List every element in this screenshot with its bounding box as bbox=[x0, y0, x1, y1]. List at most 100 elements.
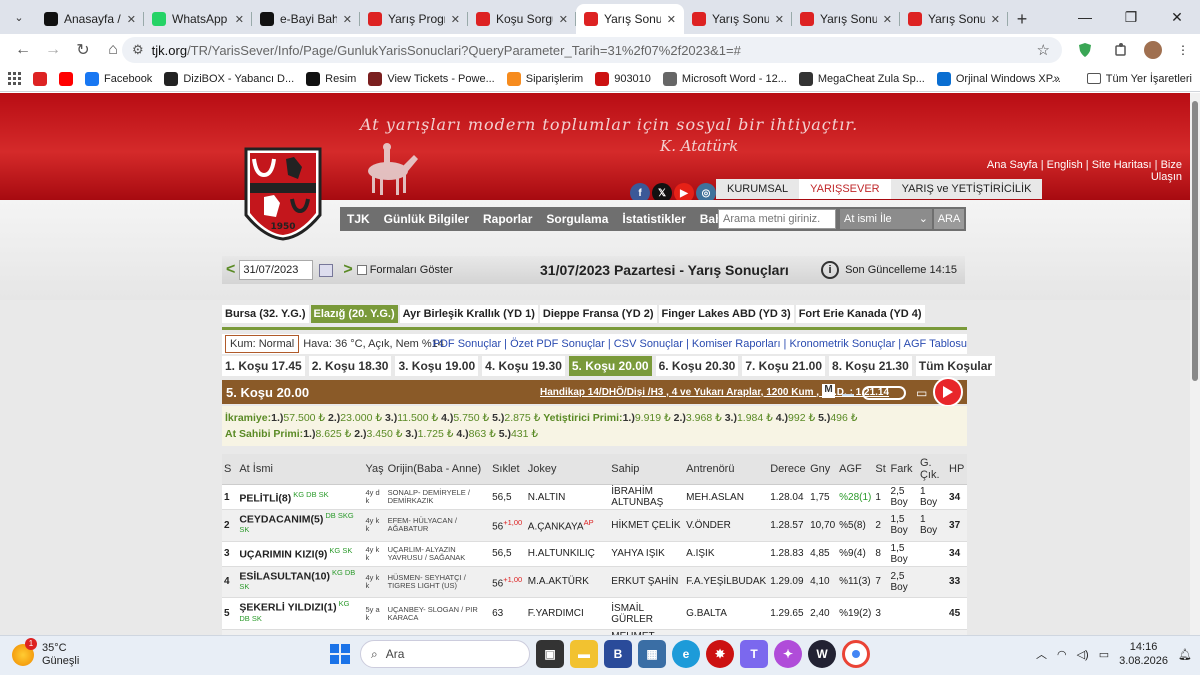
windows-start-icon[interactable] bbox=[326, 640, 354, 668]
race-tab[interactable]: 8. Koşu 21.30 bbox=[829, 356, 912, 376]
tray-chevron-icon[interactable]: ︿ bbox=[1036, 646, 1047, 662]
race-description[interactable]: Handikap 14/DHÖ/Dişi /H3 , 4 ve Yukarı A… bbox=[540, 387, 889, 398]
search-submit-button[interactable]: ARA bbox=[934, 209, 964, 229]
table-row[interactable]: 1 PELİTLİ(8) KG DB SK 4y d k SONALP- DEMİRYE… bbox=[222, 484, 967, 510]
browser-tab[interactable]: Koşu Sorgula ✕ bbox=[468, 4, 576, 34]
close-window-button[interactable]: ✕ bbox=[1154, 0, 1200, 34]
jockey[interactable]: M.A.AKTÜRK bbox=[528, 576, 589, 587]
top-link-sitemap[interactable]: Site Haritası bbox=[1092, 159, 1152, 171]
shield-extension-icon[interactable] bbox=[1074, 39, 1096, 61]
table-row[interactable]: 4 ESİLASULTAN(10) KG DB SK 4y k k HÜSMEN- SE… bbox=[222, 566, 967, 599]
taskbar-search[interactable]: ⌕ Ara bbox=[360, 640, 530, 668]
column-header[interactable]: Sahip bbox=[609, 454, 685, 485]
jockey[interactable]: A.ÇANKAYA bbox=[528, 521, 584, 532]
race-tab[interactable]: 2. Koşu 18.30 bbox=[308, 356, 392, 376]
horse-name[interactable]: ESİLASULTAN(10) bbox=[239, 570, 330, 582]
info-icon[interactable]: i bbox=[821, 261, 840, 279]
column-header[interactable]: Antrenörü bbox=[684, 454, 769, 485]
jockey-cell[interactable]: F.YARDIMCI bbox=[525, 597, 610, 630]
city-tab[interactable]: Ayr Birleşik Krallık (YD 1) bbox=[399, 305, 538, 323]
close-tab-icon[interactable]: ✕ bbox=[343, 13, 352, 26]
new-tab-button[interactable]: + bbox=[1008, 4, 1036, 34]
city-tab[interactable]: Dieppe Fransa (YD 2) bbox=[539, 305, 657, 323]
volume-icon[interactable]: ◁) bbox=[1077, 648, 1089, 661]
close-tab-icon[interactable]: ✕ bbox=[127, 13, 136, 26]
bookmark-item[interactable]: Facebook bbox=[85, 71, 152, 86]
teams-icon[interactable]: T bbox=[740, 640, 768, 668]
browser-tab[interactable]: WhatsApp ✕ bbox=[144, 4, 252, 34]
document-links[interactable]: PDF Sonuçlar | Özet PDF Sonuçlar | CSV S… bbox=[433, 338, 967, 350]
b-app-icon[interactable]: B bbox=[604, 640, 632, 668]
close-tab-icon[interactable]: ✕ bbox=[991, 13, 1000, 26]
jockey-cell[interactable]: A.ÇANKAYAAP bbox=[525, 509, 610, 542]
prev-day-arrow-icon[interactable]: < bbox=[222, 261, 239, 279]
store-icon[interactable]: ▦ bbox=[638, 640, 666, 668]
jockey-cell[interactable]: M.A.AKTÜRK bbox=[525, 566, 610, 599]
race-tab[interactable]: 5. Koşu 20.00 bbox=[568, 356, 652, 376]
city-tab[interactable]: Finger Lakes ABD (YD 3) bbox=[658, 305, 794, 323]
horse-name-cell[interactable]: ESİLASULTAN(10) KG DB SK bbox=[237, 566, 364, 599]
horse-name[interactable]: ŞEKERLİ YILDIZI(1) bbox=[239, 602, 336, 614]
stats-icon[interactable] bbox=[842, 388, 854, 396]
jockey[interactable]: F.YARDIMCI bbox=[528, 608, 584, 619]
bookmark-item[interactable]: Siparişlerim bbox=[506, 71, 583, 86]
search-type-select[interactable]: At ismi İle ⌄ bbox=[840, 209, 932, 229]
browser-tab[interactable]: Yarış Sonuçla ✕ bbox=[576, 4, 684, 34]
url-bar[interactable]: ⚙ tjk.org/TR/YarisSever/Info/Page/Gunluk… bbox=[122, 37, 1062, 63]
column-header[interactable]: Jokey bbox=[525, 454, 610, 485]
browser-tab[interactable]: Yarış Program ✕ bbox=[360, 4, 468, 34]
horse-name[interactable]: PELİTLİ(8) bbox=[239, 492, 291, 504]
close-tab-icon[interactable]: ✕ bbox=[235, 13, 244, 26]
horse-name[interactable]: UÇARIMIN KIZI(9) bbox=[239, 549, 327, 561]
bookmarks-more[interactable]: » bbox=[1054, 73, 1060, 85]
m-icon[interactable]: M bbox=[822, 384, 835, 398]
chrome-icon[interactable] bbox=[842, 640, 870, 668]
horse-name[interactable]: CEYDACANIM(5) bbox=[239, 513, 323, 525]
task-view-icon[interactable]: ▣ bbox=[536, 640, 564, 668]
race-tab[interactable]: 6. Koşu 20.30 bbox=[655, 356, 739, 376]
apps-grid-icon[interactable] bbox=[8, 72, 21, 85]
nav-gunluk-bilgiler[interactable]: Günlük Bilgiler bbox=[377, 207, 476, 231]
nav-tjk[interactable]: TJK bbox=[340, 207, 377, 231]
top-link-home[interactable]: Ana Sayfa bbox=[987, 159, 1038, 171]
horse-name-cell[interactable]: PELİTLİ(8) KG DB SK bbox=[237, 484, 364, 510]
column-header[interactable]: Sıklet bbox=[490, 454, 526, 485]
table-row[interactable]: 5 ŞEKERLİ YILDIZI(1) KG DB SK 5y a k UÇANBEY… bbox=[222, 597, 967, 630]
bookmark-star-icon[interactable]: ☆ bbox=[1037, 41, 1050, 59]
browser-tab[interactable]: Yarış Sonuçla ✕ bbox=[684, 4, 792, 34]
weather-widget[interactable]: 1 35°C Güneşli bbox=[12, 638, 79, 668]
bookmark-item[interactable] bbox=[59, 71, 73, 86]
column-header[interactable]: HP bbox=[947, 454, 967, 485]
column-header[interactable]: Orijin(Baba - Anne) bbox=[385, 454, 491, 485]
race-tab[interactable]: 1. Koşu 17.45 bbox=[222, 356, 305, 376]
browser-tab[interactable]: e-Bayi Bahis ✕ bbox=[252, 4, 360, 34]
print-icon[interactable]: ▭ bbox=[916, 386, 927, 400]
jockey[interactable]: H.ALTUNKILIÇ bbox=[528, 548, 595, 559]
bookmark-item[interactable]: Orjinal Windows XP... bbox=[936, 71, 1061, 86]
track-shape-icon[interactable] bbox=[862, 386, 906, 400]
column-header[interactable]: Derece bbox=[768, 454, 809, 485]
nav-sorgulama[interactable]: Sorgulama bbox=[539, 207, 615, 231]
all-bookmarks-folder[interactable]: Tüm Yer İşaretleri bbox=[1106, 73, 1192, 85]
copilot-icon[interactable]: ✦ bbox=[774, 640, 802, 668]
city-tab[interactable]: Elazığ (20. Y.G.) bbox=[310, 305, 398, 323]
file-explorer-icon[interactable]: ▬ bbox=[570, 640, 598, 668]
close-tab-icon[interactable]: ✕ bbox=[559, 13, 568, 26]
battery-icon[interactable]: ▭ bbox=[1099, 648, 1109, 661]
show-forms-checkbox[interactable] bbox=[356, 265, 367, 275]
wow-app-icon[interactable]: W bbox=[808, 640, 836, 668]
reload-button[interactable]: ↻ bbox=[68, 36, 98, 64]
next-day-arrow-icon[interactable]: > bbox=[339, 261, 356, 279]
column-header[interactable]: G. Çık. bbox=[917, 454, 948, 485]
browser-tab[interactable]: Yarış Sonuçla ✕ bbox=[900, 4, 1008, 34]
nav-raporlar[interactable]: Raporlar bbox=[476, 207, 539, 231]
city-tab[interactable]: Fort Erie Kanada (YD 4) bbox=[795, 305, 925, 323]
bookmark-item[interactable]: View Tickets - Powe... bbox=[368, 71, 495, 86]
column-header[interactable]: At İsmi bbox=[237, 454, 364, 485]
bookmark-item[interactable]: 903010 bbox=[595, 71, 651, 86]
section-yarissever[interactable]: YARIŞSEVER bbox=[799, 179, 891, 199]
edge-icon[interactable]: e bbox=[672, 640, 700, 668]
site-search-input[interactable] bbox=[718, 209, 836, 229]
race-tab[interactable]: 4. Koşu 19.30 bbox=[482, 356, 565, 376]
section-yaris-yetistiricilik[interactable]: YARIŞ ve YETİŞTİRİCİLİK bbox=[890, 179, 1043, 199]
